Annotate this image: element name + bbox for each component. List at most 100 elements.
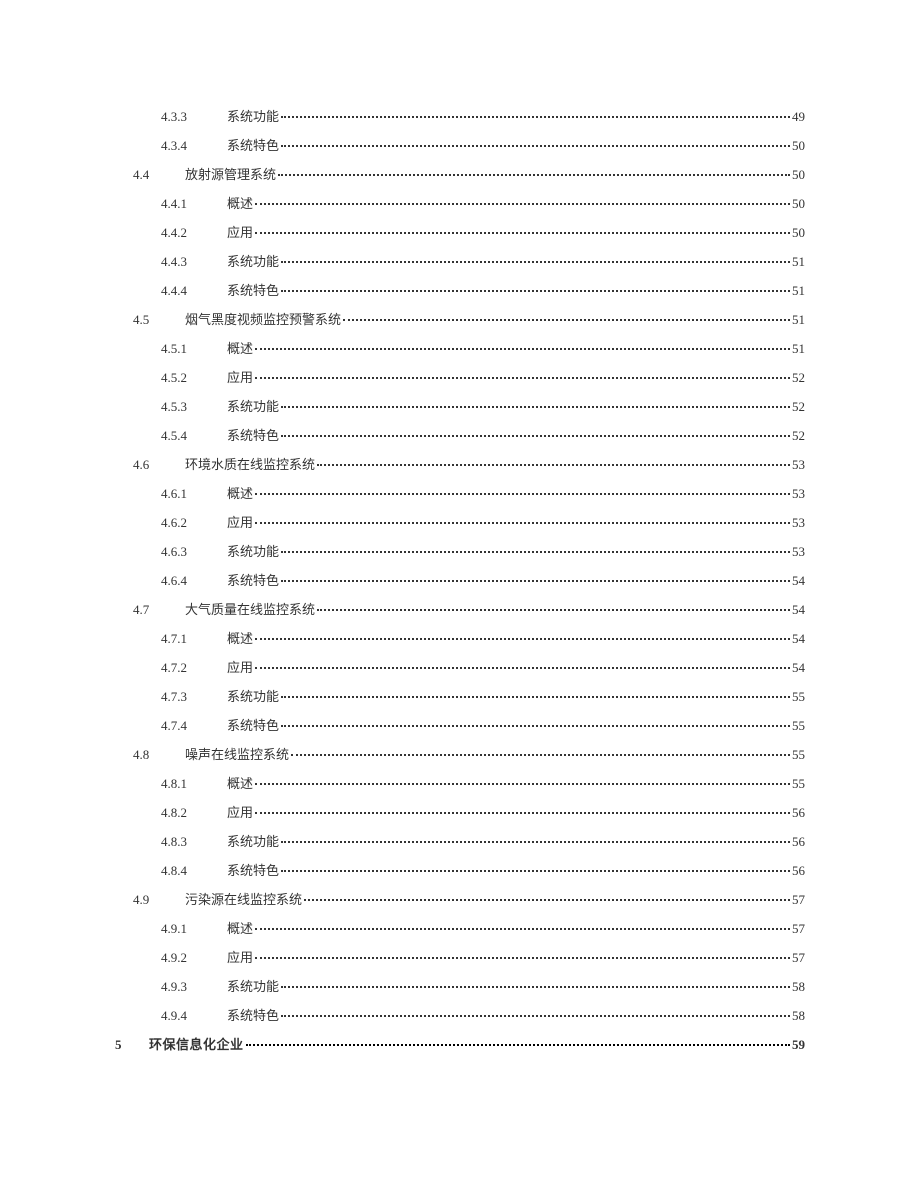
toc-entry: 4.3.3系统功能 49 — [115, 110, 805, 123]
toc-entry-page: 56 — [792, 864, 805, 877]
toc-leader-dots — [255, 232, 790, 234]
toc-leader-dots — [255, 522, 790, 524]
toc-entry-page: 53 — [792, 458, 805, 471]
toc-entry-title: 系统特色 — [227, 139, 279, 152]
toc-leader-dots — [281, 1015, 790, 1017]
toc-entry-title: 系统特色 — [227, 719, 279, 732]
toc-leader-dots — [255, 783, 790, 785]
toc-entry-number: 4.7.3 — [161, 690, 227, 703]
toc-leader-dots — [281, 696, 790, 698]
toc-entry-title: 系统特色 — [227, 574, 279, 587]
toc-entry-title: 应用 — [227, 951, 253, 964]
toc-leader-dots — [281, 551, 790, 553]
toc-entry-page: 56 — [792, 806, 805, 819]
toc-entry-title: 放射源管理系统 — [185, 168, 276, 181]
toc-entry: 4.8噪声在线监控系统55 — [115, 748, 805, 761]
toc-entry-title: 环境水质在线监控系统 — [185, 458, 315, 471]
toc-entry-number: 4.8.2 — [161, 806, 227, 819]
toc-leader-dots — [255, 348, 790, 350]
toc-leader-dots — [281, 725, 790, 727]
toc-entry: 4.5.3系统功能52 — [115, 400, 805, 413]
toc-entry-number: 4.4 — [133, 168, 185, 181]
toc-entry-page: 54 — [792, 661, 805, 674]
toc-entry-page: 51 — [792, 284, 805, 297]
toc-leader-dots — [255, 812, 790, 814]
toc-leader-dots — [343, 319, 790, 321]
toc-entry-page: 53 — [792, 487, 805, 500]
toc-entry-number: 4.6.1 — [161, 487, 227, 500]
toc-leader-dots — [281, 145, 790, 147]
toc-entry: 4.6.3系统功能53 — [115, 545, 805, 558]
toc-leader-dots — [281, 406, 790, 408]
toc-leader-dots — [304, 899, 790, 901]
toc-entry: 4.8.1概述55 — [115, 777, 805, 790]
toc-leader-dots — [255, 493, 790, 495]
toc-entry-page: 54 — [792, 632, 805, 645]
toc-entry: 4.9.4系统特色58 — [115, 1009, 805, 1022]
toc-entry: 4.7大气质量在线监控系统54 — [115, 603, 805, 616]
toc-entry-number: 4.6 — [133, 458, 185, 471]
toc-list: 4.3.3系统功能494.3.4系统特色504.4放射源管理系统504.4.1概… — [115, 110, 805, 1051]
toc-entry-page: 53 — [792, 516, 805, 529]
toc-entry-number: 4.6.4 — [161, 574, 227, 587]
toc-entry: 4.9.1概述57 — [115, 922, 805, 935]
toc-entry-title: 系统特色 — [227, 429, 279, 442]
toc-leader-dots — [281, 580, 790, 582]
toc-entry-number: 4.5.2 — [161, 371, 227, 384]
toc-entry-number: 4.4.1 — [161, 197, 227, 210]
toc-entry-page: 52 — [792, 400, 805, 413]
toc-entry-number: 4.8 — [133, 748, 185, 761]
toc-leader-dots — [255, 928, 790, 930]
toc-entry: 4.6.2应用 53 — [115, 516, 805, 529]
toc-entry-number: 4.9.2 — [161, 951, 227, 964]
toc-entry-number: 4.9.1 — [161, 922, 227, 935]
toc-leader-dots — [255, 638, 790, 640]
toc-entry-page: 57 — [792, 951, 805, 964]
toc-entry-title: 应用 — [227, 516, 253, 529]
toc-entry: 4.6.1概述53 — [115, 487, 805, 500]
toc-entry-number: 4.3.3 — [161, 110, 227, 123]
toc-entry-number: 4.7.2 — [161, 661, 227, 674]
toc-entry-number: 4.6.2 — [161, 516, 227, 529]
toc-entry-title: 系统功能 — [227, 690, 279, 703]
toc-leader-dots — [291, 754, 790, 756]
toc-leader-dots — [255, 957, 790, 959]
toc-entry-title: 概述 — [227, 197, 253, 210]
toc-entry-page: 53 — [792, 545, 805, 558]
toc-entry-title: 概述 — [227, 632, 253, 645]
toc-entry-number: 4.9.3 — [161, 980, 227, 993]
toc-entry-title: 系统特色 — [227, 1009, 279, 1022]
toc-leader-dots — [317, 464, 790, 466]
toc-entry-title: 应用 — [227, 371, 253, 384]
toc-entry-title: 系统功能 — [227, 545, 279, 558]
toc-entry-title: 应用 — [227, 661, 253, 674]
toc-entry-title: 污染源在线监控系统 — [185, 893, 302, 906]
toc-entry-page: 52 — [792, 371, 805, 384]
toc-leader-dots — [281, 261, 790, 263]
toc-leader-dots — [281, 986, 790, 988]
toc-entry-number: 4.7.4 — [161, 719, 227, 732]
toc-entry-page: 59 — [792, 1038, 805, 1051]
toc-entry-title: 系统功能 — [227, 255, 279, 268]
toc-entry-number: 4.3.4 — [161, 139, 227, 152]
toc-entry-title: 系统功能 — [227, 110, 279, 123]
toc-entry: 4.8.4系统特色56 — [115, 864, 805, 877]
toc-entry-page: 50 — [792, 197, 805, 210]
toc-entry: 4.5烟气黑度视频监控预警系统51 — [115, 313, 805, 326]
toc-entry: 4.9.2应用 57 — [115, 951, 805, 964]
toc-leader-dots — [317, 609, 790, 611]
toc-leader-dots — [246, 1044, 790, 1046]
toc-entry-page: 49 — [792, 110, 805, 123]
toc-entry-title: 系统特色 — [227, 284, 279, 297]
toc-leader-dots — [278, 174, 790, 176]
toc-entry-number: 4.5 — [133, 313, 185, 326]
toc-entry-number: 4.4.3 — [161, 255, 227, 268]
toc-entry-page: 58 — [792, 1009, 805, 1022]
toc-entry-page: 50 — [792, 226, 805, 239]
toc-entry-page: 50 — [792, 139, 805, 152]
toc-entry-page: 54 — [792, 603, 805, 616]
toc-entry-title: 应用 — [227, 806, 253, 819]
toc-entry-page: 54 — [792, 574, 805, 587]
toc-entry-title: 系统特色 — [227, 864, 279, 877]
toc-entry-page: 56 — [792, 835, 805, 848]
